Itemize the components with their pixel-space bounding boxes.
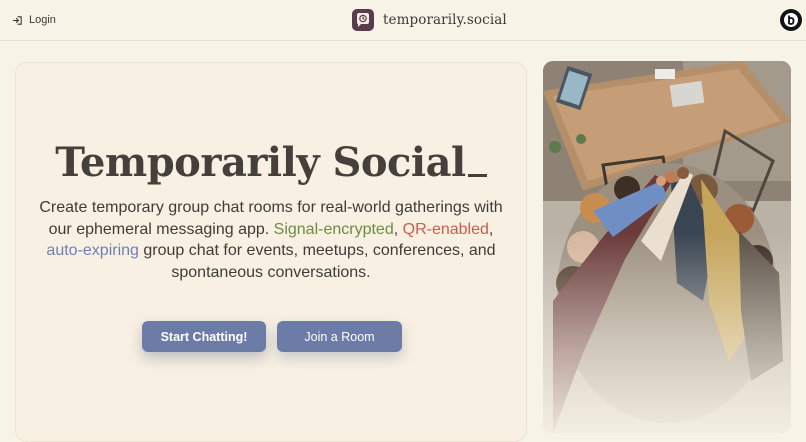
description-text-end: group chat for events, meetups, conferen… bbox=[138, 242, 496, 281]
brand-logo-icon bbox=[352, 9, 374, 31]
description-separator: , bbox=[393, 220, 403, 238]
top-header: Login temporarily.social bbox=[0, 0, 806, 41]
login-link[interactable]: Login bbox=[12, 12, 56, 28]
description-separator: , bbox=[488, 220, 494, 238]
user-avatar[interactable] bbox=[780, 9, 802, 31]
photo-fade-overlay bbox=[543, 233, 791, 433]
hero-description: Create temporary group chat rooms for re… bbox=[30, 197, 512, 283]
hero-title: Temporarily Social bbox=[0, 139, 542, 186]
login-icon bbox=[12, 15, 22, 25]
join-room-button[interactable]: Join a Room bbox=[277, 321, 402, 352]
brand-name: temporarily.social bbox=[383, 12, 507, 28]
highlight-auto-expiring: auto-expiring bbox=[46, 242, 139, 259]
typing-cursor bbox=[467, 174, 487, 177]
avatar-icon bbox=[784, 13, 798, 27]
brand-home-link[interactable]: temporarily.social bbox=[352, 8, 507, 32]
highlight-signal: Signal-encrypted bbox=[273, 220, 394, 238]
highlight-qr: QR-enabled bbox=[402, 220, 489, 238]
login-label: Login bbox=[29, 14, 56, 26]
hero-title-text: Temporarily Social bbox=[55, 139, 466, 186]
start-chatting-button[interactable]: Start Chatting! bbox=[142, 321, 266, 352]
hero-photo bbox=[543, 61, 791, 433]
